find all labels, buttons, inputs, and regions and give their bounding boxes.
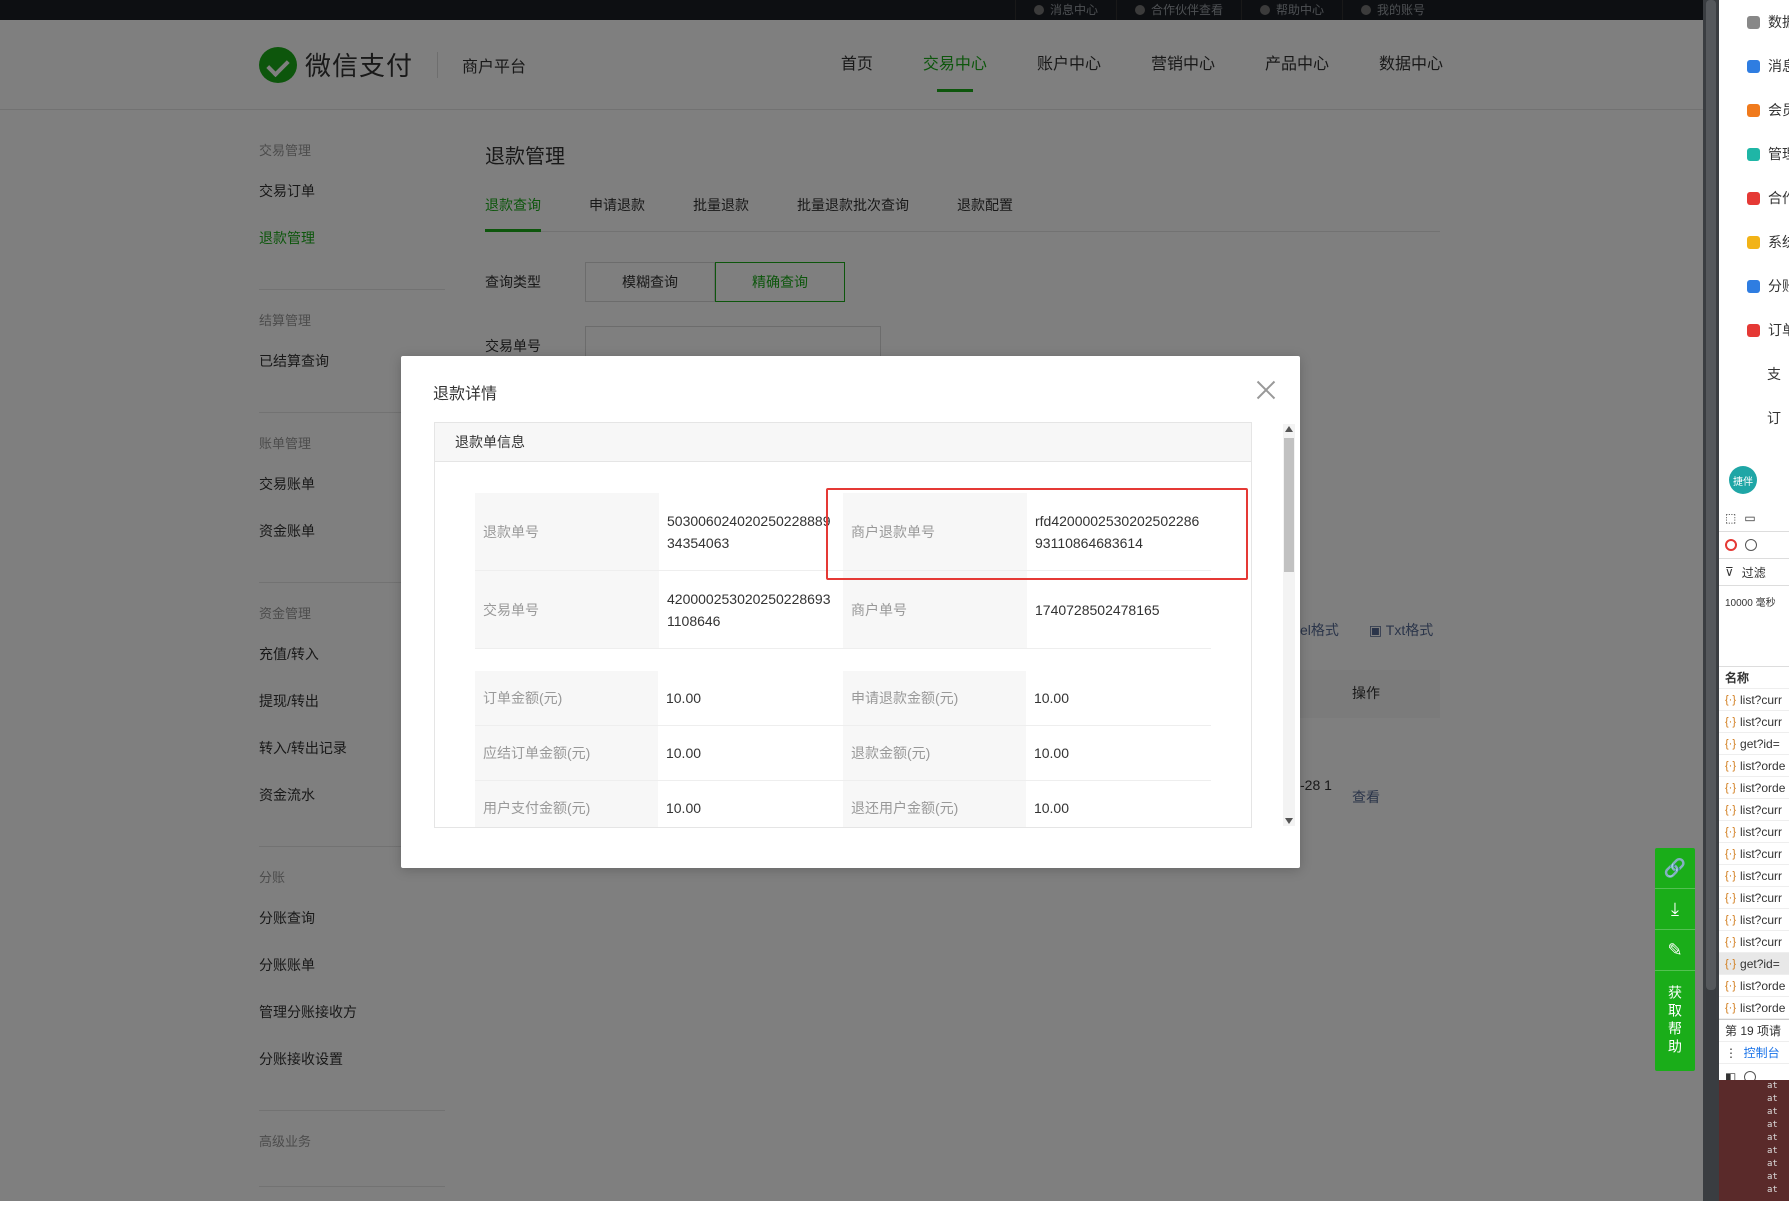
console-error-stack: at at at at at at at at at xyxy=(1719,1080,1789,1201)
floating-toolbar: 🔗 ⤓ ✎ 获取帮助 xyxy=(1655,848,1695,1071)
request-row[interactable]: {·} list?curr xyxy=(1719,711,1789,733)
ext-item-data[interactable]: 数据 xyxy=(1719,0,1789,44)
ext-item-pay[interactable]: 支 xyxy=(1719,352,1789,396)
filter-icon: ⊽ xyxy=(1725,565,1734,579)
ext-item-contract[interactable]: 合作 xyxy=(1719,176,1789,220)
record-icon[interactable] xyxy=(1725,539,1737,551)
request-row[interactable]: {·} list?orde xyxy=(1719,777,1789,799)
txn-no-label: 交易单号 xyxy=(475,570,659,649)
request-row[interactable]: {·} list?curr xyxy=(1719,821,1789,843)
lock-icon xyxy=(1747,191,1760,205)
request-row[interactable]: {·} list?orde xyxy=(1719,975,1789,997)
refund-amount-table: 订单金额(元) 10.00 申请退款金额(元) 10.00 应结订单金额(元) … xyxy=(475,671,1211,827)
page-scrollbar[interactable] xyxy=(1703,0,1719,1201)
merchant-refund-no-highlight xyxy=(826,488,1248,580)
merchant-order-label: 商户单号 xyxy=(843,570,1027,649)
request-row[interactable]: {·} list?curr xyxy=(1719,689,1789,711)
settle-order-amount-label: 应结订单金额(元) xyxy=(475,725,658,781)
assistant-badge[interactable]: 捷伴 xyxy=(1729,466,1757,494)
ext-item-order[interactable]: 订单 xyxy=(1719,308,1789,352)
section-header: 退款单信息 xyxy=(435,423,1251,462)
manage-icon xyxy=(1747,147,1760,161)
table-row: 交易单号 4200002530202502286931108646 商户单号 1… xyxy=(475,570,1211,649)
ext-item-message[interactable]: 消息 xyxy=(1719,44,1789,88)
ext-item-system[interactable]: 系统 xyxy=(1719,220,1789,264)
scroll-thumb[interactable] xyxy=(1284,438,1294,572)
devtools-toolbar: ⬚ ▭ xyxy=(1719,505,1789,532)
edit-icon[interactable]: ✎ xyxy=(1655,930,1695,971)
returned-user-amount-label: 退还用户金额(元) xyxy=(842,780,1026,827)
page-scroll-thumb[interactable] xyxy=(1706,0,1716,990)
extension-panel: 数据 消息 会员 管理 合作 系统 分账 订单 支 订 捷伴 xyxy=(1719,0,1789,505)
sharing-icon xyxy=(1747,279,1760,293)
settle-order-amount-value: 10.00 xyxy=(657,725,843,781)
apply-refund-amount-value: 10.00 xyxy=(1025,671,1211,726)
table-row: 订单金额(元) 10.00 申请退款金额(元) 10.00 xyxy=(475,671,1211,726)
order-icon xyxy=(1747,323,1760,337)
ext-item-manage[interactable]: 管理 xyxy=(1719,132,1789,176)
refund-no-label: 退款单号 xyxy=(475,493,659,571)
request-count-status: 第 19 项请 xyxy=(1719,1019,1789,1042)
request-row[interactable]: {·} list?orde xyxy=(1719,755,1789,777)
order-amount-label: 订单金额(元) xyxy=(475,671,658,726)
ext-item-order-sub[interactable]: 订 xyxy=(1719,396,1789,440)
ext-item-member[interactable]: 会员 xyxy=(1719,88,1789,132)
returned-user-amount-value: 10.00 xyxy=(1025,780,1211,827)
order-amount-value: 10.00 xyxy=(657,671,843,726)
request-row[interactable]: {·} list?curr xyxy=(1719,843,1789,865)
user-paid-amount-value: 10.00 xyxy=(657,780,843,827)
link-icon[interactable]: 🔗 xyxy=(1655,848,1695,889)
more-icon[interactable]: ⋮ xyxy=(1725,1046,1744,1060)
get-help-button[interactable]: 获取帮助 xyxy=(1665,971,1685,1071)
table-row: 用户支付金额(元) 10.00 退还用户金额(元) 10.00 xyxy=(475,780,1211,827)
close-icon[interactable] xyxy=(1254,378,1278,402)
modal-title: 退款详情 xyxy=(433,386,498,403)
request-row[interactable]: {·} get?id= xyxy=(1719,733,1789,755)
request-row[interactable]: {·} list?curr xyxy=(1719,865,1789,887)
ext-item-sharing[interactable]: 分账 xyxy=(1719,264,1789,308)
device-icon[interactable]: ▭ xyxy=(1744,511,1755,525)
user-paid-amount-label: 用户支付金额(元) xyxy=(475,780,658,827)
table-row: 应结订单金额(元) 10.00 退款金额(元) 10.00 xyxy=(475,725,1211,781)
request-list: {·} list?curr {·} list?curr {·} get?id= {·}… xyxy=(1719,689,1789,1019)
tab-console[interactable]: 控制台 xyxy=(1744,1044,1780,1061)
scroll-down-icon[interactable] xyxy=(1285,818,1293,824)
clear-icon[interactable] xyxy=(1745,539,1757,551)
network-controls xyxy=(1719,532,1789,559)
chart-icon xyxy=(1747,15,1760,29)
refund-no-value: 50300602402025022888934354063 xyxy=(659,493,843,571)
apply-refund-amount-label: 申请退款金额(元) xyxy=(842,671,1026,726)
request-row[interactable]: {·} list?orde xyxy=(1719,997,1789,1019)
txn-no-value: 4200002530202502286931108646 xyxy=(659,570,843,649)
console-tab-bar: ⋮ 控制台 xyxy=(1719,1042,1789,1064)
send-icon xyxy=(1747,235,1760,249)
refund-detail-modal: 退款详情 退款单信息 退款单号 503006024020250228889343… xyxy=(401,356,1300,868)
star-icon xyxy=(1747,103,1760,117)
modal-body: 退款单信息 退款单号 50300602402025022888934354063… xyxy=(434,422,1252,828)
request-row[interactable]: {·} list?curr xyxy=(1719,799,1789,821)
request-row[interactable]: {·} list?curr xyxy=(1719,909,1789,931)
throttle-timeline: 10000 毫秒 xyxy=(1719,586,1789,667)
refund-amount-value: 10.00 xyxy=(1025,725,1211,781)
name-column-header: 名称 xyxy=(1719,667,1789,689)
refund-amount-label: 退款金额(元) xyxy=(842,725,1026,781)
inspect-icon[interactable]: ⬚ xyxy=(1725,511,1736,525)
request-row[interactable]: {·} list?curr xyxy=(1719,887,1789,909)
request-row[interactable]: {·} get?id= xyxy=(1719,953,1789,975)
filter-bar[interactable]: ⊽ 过滤 xyxy=(1719,559,1789,586)
user-icon xyxy=(1747,59,1760,73)
download-icon[interactable]: ⤓ xyxy=(1655,889,1695,930)
merchant-order-value: 1740728502478165 xyxy=(1027,570,1211,649)
modal-scrollbar[interactable] xyxy=(1283,424,1295,826)
merchant-platform-page: 消息中心 合作伙伴查看 帮助中心 我的账号 微信支付 商户平台 首页 交易中心 … xyxy=(0,0,1703,1201)
request-row[interactable]: {·} list?curr xyxy=(1719,931,1789,953)
scroll-up-icon[interactable] xyxy=(1285,426,1293,432)
